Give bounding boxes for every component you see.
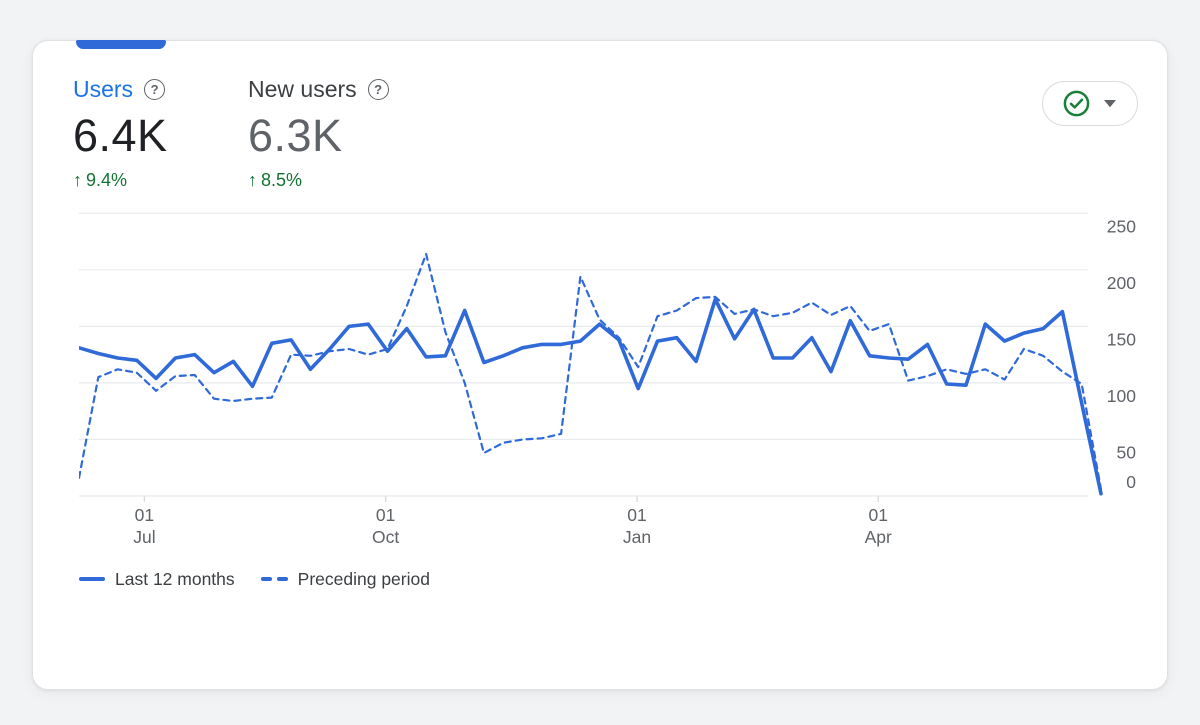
y-axis-label: 50 [1117, 442, 1137, 462]
check-circle-icon [1063, 90, 1090, 117]
delta-value: 8.5% [261, 170, 302, 191]
tab-new-users-metric[interactable]: New users ? 6.3K ↑ 8.5% [248, 73, 418, 191]
x-axis-label-day: 01 [376, 505, 395, 525]
legend-item-last-12-months[interactable]: Last 12 months [79, 569, 235, 590]
metric-value-users: 6.4K [73, 113, 243, 159]
metric-value-new-users: 6.3K [248, 113, 418, 159]
x-axis-label-day: 01 [868, 505, 887, 525]
x-axis-label-month: Jul [133, 527, 155, 547]
active-tab-indicator [76, 40, 166, 49]
x-axis-label-month: Jan [623, 527, 651, 547]
metric-label-new-users[interactable]: New users [248, 76, 357, 103]
tab-users-metric[interactable]: Users ? 6.4K ↑ 9.4% [73, 73, 243, 191]
help-icon[interactable]: ? [368, 79, 389, 100]
x-axis-label-day: 01 [627, 505, 646, 525]
up-arrow-icon: ↑ [73, 170, 82, 191]
metric-label-row: New users ? [248, 73, 418, 105]
series-dashed[interactable] [79, 254, 1101, 489]
x-axis-label-month: Oct [372, 527, 399, 547]
legend-label: Last 12 months [115, 569, 235, 590]
chart-legend: Last 12 months Preceding period [79, 565, 430, 593]
y-axis-label: 0 [1126, 472, 1136, 492]
caret-down-icon [1103, 99, 1117, 108]
legend-item-preceding-period[interactable]: Preceding period [261, 569, 430, 590]
series-solid[interactable] [79, 299, 1101, 494]
legend-label: Preceding period [298, 569, 430, 590]
solid-line-swatch [79, 577, 105, 582]
up-arrow-icon: ↑ [248, 170, 257, 191]
help-icon[interactable]: ? [144, 79, 165, 100]
status-dropdown-button[interactable] [1042, 81, 1138, 126]
metric-label-users[interactable]: Users [73, 76, 133, 103]
y-axis-label: 100 [1107, 386, 1136, 406]
x-axis-label-month: Apr [865, 527, 892, 547]
y-axis-label: 150 [1107, 329, 1136, 349]
dashed-line-swatch [261, 577, 288, 582]
chart-area: 05010015020025001Jul01Oct01Jan01Apr [79, 209, 1141, 554]
metric-delta-new-users: ↑ 8.5% [248, 170, 418, 191]
delta-value: 9.4% [86, 170, 127, 191]
y-axis-label: 200 [1107, 273, 1136, 293]
metric-label-row: Users ? [73, 73, 243, 105]
metric-delta-users: ↑ 9.4% [73, 170, 243, 191]
metrics-card: Users ? 6.4K ↑ 9.4% New users ? 6.3K ↑ 8… [32, 40, 1168, 690]
x-axis-label-day: 01 [135, 505, 154, 525]
y-axis-label: 250 [1107, 216, 1136, 236]
line-chart[interactable]: 05010015020025001Jul01Oct01Jan01Apr [79, 209, 1141, 554]
